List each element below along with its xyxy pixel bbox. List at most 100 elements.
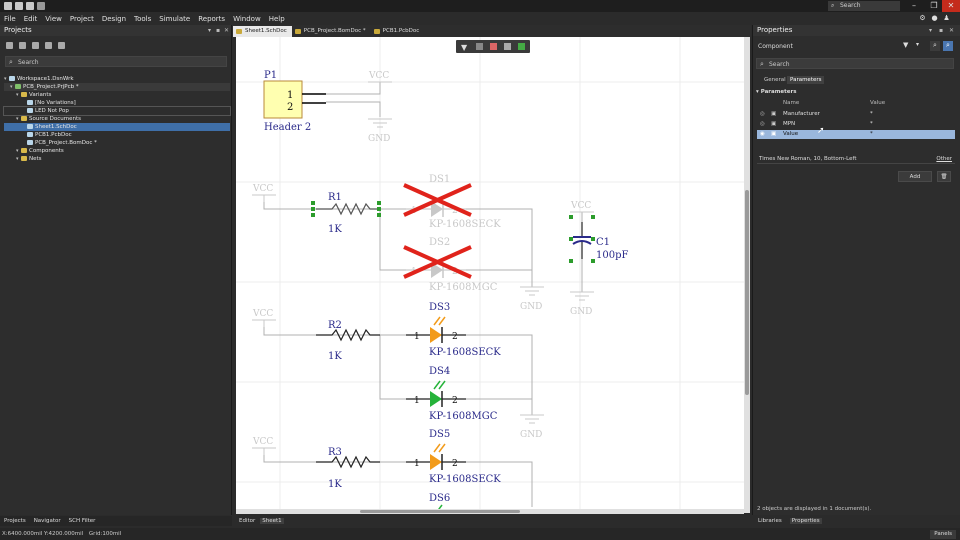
other-link[interactable]: Other (936, 156, 952, 162)
close-button[interactable]: ✕ (942, 0, 960, 12)
tree-item[interactable]: LED Not Pop (3, 106, 231, 116)
resistor-r2[interactable]: R2 1K (316, 320, 380, 362)
visibility-eye-icon[interactable]: ◎ (760, 120, 765, 129)
column-name[interactable]: Name (783, 100, 799, 106)
resistor-r3[interactable]: R3 1K (316, 447, 380, 490)
tree-item[interactable]: PCB1.PcbDoc (4, 131, 230, 139)
history-icon[interactable] (37, 2, 45, 10)
restore-button[interactable]: ❐ (924, 0, 944, 12)
global-search-input[interactable]: Search (828, 1, 900, 11)
place-part-tool-icon[interactable] (504, 43, 511, 50)
open-folder-icon[interactable] (26, 2, 34, 10)
select-search-icon[interactable]: ⌕ (943, 41, 953, 51)
tab-parameters[interactable]: Parameters (787, 76, 825, 84)
resistor-r1[interactable]: R1 1K (311, 192, 381, 235)
tab-editor[interactable]: Editor (237, 518, 257, 524)
settings-gear-icon[interactable]: ⚙ (918, 13, 927, 23)
lock-icon[interactable]: ▣ (771, 110, 776, 119)
select-tool-icon[interactable] (476, 43, 483, 50)
zoom-search-icon[interactable]: ⌕ (930, 41, 940, 51)
tab-general[interactable]: General (761, 76, 789, 84)
tree-item[interactable]: ▾ Workspace1.DsnWrk (4, 75, 230, 83)
align-tool-icon[interactable] (490, 43, 497, 50)
tree-item[interactable]: [No Variations] (4, 99, 230, 107)
filter-tool-icon[interactable]: ▼ (461, 43, 468, 52)
lock-icon[interactable]: ▣ (771, 130, 776, 139)
panel-pin-icon[interactable]: ▪ (216, 25, 220, 36)
compile-icon[interactable] (19, 41, 26, 49)
gnd-label: GND (570, 307, 592, 317)
parameter-row-manufacturer[interactable]: ◎ ▣ Manufacturer * (757, 110, 955, 119)
menu-project[interactable]: Project (70, 15, 94, 23)
tree-item[interactable]: ▾ Source Documents (4, 115, 230, 123)
open-project-icon[interactable] (32, 41, 39, 49)
panel-close-icon[interactable]: ✕ (224, 25, 229, 36)
column-value[interactable]: Value (870, 100, 885, 106)
tab-sheet1[interactable]: Sheet1 (260, 518, 284, 524)
parameter-row-value[interactable]: ◉ ▣ Value * (757, 130, 955, 139)
delete-trash-icon[interactable]: 🗑 (937, 171, 951, 182)
visibility-eye-icon[interactable]: ◎ (760, 110, 765, 119)
menu-design[interactable]: Design (102, 15, 126, 23)
parameters-section-header[interactable]: ▾ Parameters (756, 89, 797, 95)
tree-item[interactable]: ▾ PCB_Project.PrjPcb * (4, 83, 230, 91)
menu-view[interactable]: View (45, 15, 62, 23)
panel-close-icon[interactable]: ✕ (949, 25, 954, 36)
led-ds3[interactable]: DS3 KP-1608SECK 1 2 (406, 302, 501, 358)
project-settings-gear-icon[interactable] (58, 41, 65, 49)
tab-libraries[interactable]: Libraries (756, 518, 784, 524)
font-settings-row[interactable]: Times New Roman, 10, Bottom-Left Other (757, 154, 955, 164)
save-icon[interactable] (15, 2, 23, 10)
panel-pin-icon[interactable]: ▪ (939, 25, 943, 36)
schematic-canvas[interactable]: ▼ P1 1 2 Header 2 VCC VCC VCC VCC VCC GN… (236, 37, 746, 513)
menu-help[interactable]: Help (269, 15, 285, 23)
tree-item[interactable]: PCB_Project.BomDoc * (4, 139, 230, 147)
font-info[interactable]: Times New Roman, 10, Bottom-Left (759, 156, 856, 162)
led-ds4[interactable]: DS4 KP-1608MGC 1 2 (406, 366, 498, 422)
properties-search-input[interactable]: Search (756, 58, 954, 70)
tab-navigator[interactable]: Navigator (34, 518, 61, 524)
canvas-horizontal-scroll-thumb[interactable] (360, 510, 520, 513)
tab-pcbdoc[interactable]: PCB1.PcbDoc (371, 26, 425, 37)
minimize-button[interactable]: – (904, 0, 924, 12)
lock-icon[interactable]: ▣ (771, 120, 776, 129)
tree-item[interactable]: ▾ Variants (4, 91, 230, 99)
menu-window[interactable]: Window (233, 15, 261, 23)
tab-properties[interactable]: Properties (789, 518, 822, 524)
save-project-icon[interactable] (6, 41, 13, 49)
projects-search-input[interactable]: Search (5, 56, 227, 68)
user-account-icon[interactable]: ♟ (942, 13, 951, 23)
header-p1-symbol[interactable]: P1 1 2 Header 2 (263, 70, 326, 133)
menu-reports[interactable]: Reports (198, 15, 225, 23)
tab-sch-filter[interactable]: SCH Filter (69, 518, 96, 524)
tab-projects[interactable]: Projects (4, 518, 26, 524)
panels-button[interactable]: Panels (930, 530, 956, 539)
tree-item[interactable]: ▾ Components (4, 147, 230, 155)
add-parameter-button[interactable]: Add (898, 171, 932, 182)
tab-sheet1-schdoc[interactable]: Sheet1.SchDoc (233, 26, 292, 37)
tree-item[interactable]: Sheet1.SchDoc (4, 123, 230, 131)
parameter-row-mpn[interactable]: ◎ ▣ MPN * (757, 120, 955, 129)
panel-menu-icon[interactable]: ▾ (929, 25, 932, 36)
filter-icon[interactable]: ▼ (903, 41, 913, 51)
filter-dropdown-chevron-down-icon[interactable]: ▾ (916, 41, 924, 51)
menu-edit[interactable]: Edit (24, 15, 38, 23)
parameter-value[interactable]: * (870, 120, 873, 129)
wire-tool-icon[interactable] (518, 43, 525, 50)
led-ds2-not-populated[interactable]: DS2 KP-1608MGC 1 2 (403, 237, 498, 293)
led-ds5[interactable]: DS5 KP-1608SECK 1 2 (406, 429, 501, 485)
capacitor-c1[interactable]: C1 100pF (569, 215, 628, 263)
menu-tools[interactable]: Tools (134, 15, 151, 23)
parameter-value[interactable]: * (870, 130, 873, 139)
add-document-icon[interactable] (45, 41, 52, 49)
menu-simulate[interactable]: Simulate (159, 15, 190, 23)
menu-file[interactable]: File (4, 15, 16, 23)
canvas-vertical-scroll-thumb[interactable] (745, 190, 749, 395)
tab-bomdoc[interactable]: PCB_Project.BomDoc * (292, 26, 371, 37)
panel-menu-icon[interactable]: ▾ (208, 25, 211, 36)
app-menu-icon[interactable] (4, 2, 12, 10)
visibility-eye-icon[interactable]: ◉ (760, 130, 765, 139)
parameter-value[interactable]: * (870, 110, 873, 119)
notifications-bell-icon[interactable]: ● (930, 13, 939, 23)
tree-item[interactable]: ▾ Nets (4, 155, 230, 163)
